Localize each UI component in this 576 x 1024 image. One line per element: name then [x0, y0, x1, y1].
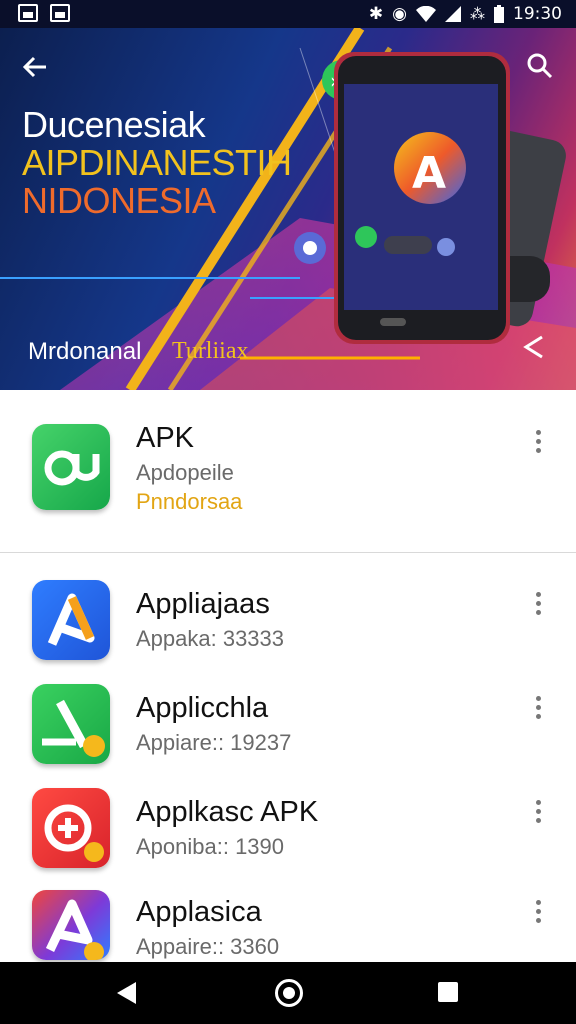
more-options-icon[interactable] — [533, 430, 543, 456]
more-options-icon[interactable] — [533, 900, 543, 926]
wifi-icon — [416, 6, 436, 22]
red-app-icon — [32, 788, 110, 868]
hero-title-line-2: AIPDINANESTIH — [22, 142, 292, 183]
hero-title: Ducenesiak AIPDINANESTIH NIDONESIA — [22, 106, 292, 220]
featured-app[interactable]: APK Apdopeile Pnndorsaa — [0, 390, 576, 553]
green-app-icon — [32, 684, 110, 764]
list-item[interactable]: Applicchla Appiare:: 19237 — [0, 676, 576, 780]
more-options-icon[interactable] — [533, 800, 543, 826]
bluetooth-icon: ✱ — [368, 4, 384, 24]
status-bar: ✱ ◉ ⁂ 19:30 — [0, 0, 576, 28]
image-notification-icon — [50, 4, 70, 22]
list-item[interactable]: Applkasc APK Aponiba:: 1390 — [0, 780, 576, 884]
hero-subtitle-left: Mrdonanal — [28, 338, 142, 365]
app-subtitle: Appaka: 33333 — [136, 626, 285, 651]
nav-recents-icon[interactable] — [438, 982, 458, 1002]
hero-banner: » A Ducenesiak AIPDINANESTIH NIDONESIA M… — [0, 28, 576, 390]
search-icon[interactable] — [526, 52, 554, 80]
more-options-icon[interactable] — [533, 592, 543, 618]
share-icon[interactable] — [520, 334, 546, 360]
gallery-notification-icon — [18, 4, 38, 22]
hero-title-line-3: NIDONESIA — [22, 180, 216, 221]
hero-title-line-1: Ducenesiak — [22, 104, 206, 145]
battery-icon — [494, 5, 504, 23]
location-icon: ◉ — [392, 4, 407, 24]
signal-icon — [445, 6, 461, 22]
featured-app-tag: Pnndorsaa — [136, 489, 243, 514]
app-subtitle: Appaire:: 3360 — [136, 934, 280, 959]
featured-app-title: APK — [136, 422, 195, 454]
svg-text:A: A — [412, 148, 446, 199]
list-item[interactable]: Appliajaas Appaka: 33333 — [0, 572, 576, 676]
nav-back-icon[interactable] — [117, 982, 136, 1004]
clock-time: 19:30 — [513, 4, 562, 24]
app-title: Applasica — [136, 896, 262, 928]
app-title: Appliajaas — [136, 588, 270, 620]
back-arrow-icon[interactable] — [20, 52, 50, 82]
nav-home-icon[interactable] — [275, 979, 303, 1007]
more-options-icon[interactable] — [533, 696, 543, 722]
app-title: Applicchla — [136, 692, 269, 724]
multicolor-a-app-icon — [32, 890, 110, 960]
hero-subtitle-right: Turliiax — [172, 338, 249, 364]
app-subtitle: Aponiba:: 1390 — [136, 834, 285, 859]
navigation-bar — [0, 962, 576, 1024]
vibrate-icon: ⁂ — [470, 5, 485, 23]
blue-a-app-icon — [32, 580, 110, 660]
app-subtitle: Appiare:: 19237 — [136, 730, 292, 755]
green-apk-logo-icon — [32, 424, 110, 510]
app-title: Applkasc APK — [136, 796, 319, 828]
featured-app-subtitle: Apdopeile — [136, 460, 234, 485]
